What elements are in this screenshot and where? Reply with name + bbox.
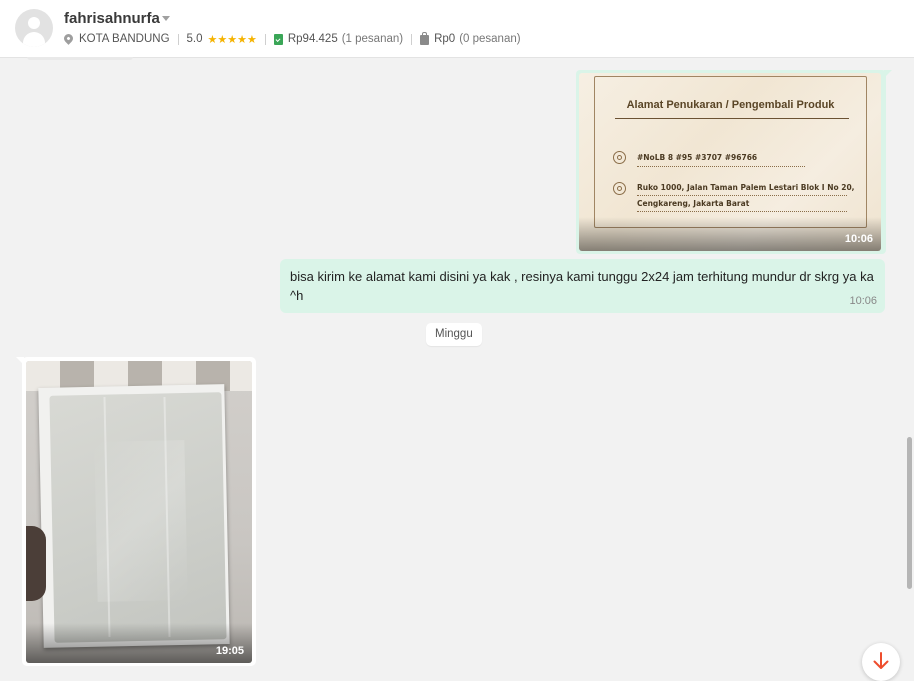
location-icon — [613, 182, 626, 195]
chat-header: fahrisahnurfa KOTA BANDUNG 5.0 ★★★★★ Rp9… — [0, 0, 914, 58]
paid-orders: (1 pesanan) — [341, 33, 404, 45]
divider — [264, 33, 266, 45]
avatar[interactable] — [15, 9, 53, 47]
scrollbar[interactable] — [907, 437, 912, 589]
arrow-down-icon — [873, 652, 889, 669]
card-address-line2: Cengkareng, Jakarta Barat — [637, 199, 750, 208]
chevron-down-icon[interactable] — [162, 16, 170, 21]
product-photo[interactable]: 19:05 — [26, 361, 252, 663]
message-time: 19:05 — [215, 645, 244, 657]
background-stripe — [26, 361, 60, 391]
divider — [177, 33, 179, 45]
avatar-body — [23, 32, 45, 47]
scroll-to-bottom-button[interactable] — [862, 643, 900, 681]
message-time: 10:06 — [849, 295, 877, 307]
bag-icon — [420, 32, 430, 45]
buyer-meta: KOTA BANDUNG 5.0 ★★★★★ Rp94.425 (1 pesan… — [62, 31, 521, 47]
message-time: 10:06 — [844, 233, 873, 245]
unpaid-amount: Rp0 — [434, 33, 456, 45]
bubble-tail — [16, 357, 24, 365]
outgoing-image-message[interactable]: Alamat Penukaran / Pengembali Produk #No… — [576, 70, 892, 254]
image-shade — [579, 217, 881, 251]
dotted-line — [637, 195, 847, 196]
card-address-line1: Ruko 1000, Jalan Taman Palem Lestari Blo… — [637, 183, 855, 192]
paid-amount: Rp94.425 — [287, 33, 338, 45]
dotted-line — [637, 211, 847, 212]
message-text: bisa kirim ke alamat kami disini ya kak … — [290, 269, 874, 303]
plastic-glare — [94, 440, 188, 602]
previous-message-edge — [27, 57, 133, 60]
dotted-line — [637, 166, 805, 167]
bubble-tail — [884, 70, 892, 78]
divider — [411, 33, 413, 45]
username[interactable]: fahrisahnurfa — [64, 10, 160, 27]
avatar-head — [28, 17, 40, 29]
location-text: KOTA BANDUNG — [79, 33, 170, 45]
outgoing-text-message[interactable]: bisa kirim ke alamat kami disini ya kak … — [280, 259, 885, 313]
background-stripe — [230, 361, 252, 391]
card-phone-line: #NoLB 8 #95 #3707 #96766 — [637, 153, 758, 162]
location-pin-icon — [62, 31, 75, 45]
card-rule — [615, 118, 849, 119]
star-icon: ★★★★★ — [207, 33, 257, 46]
phone-icon — [613, 151, 626, 164]
day-separator: Minggu — [426, 323, 482, 346]
image-shade — [26, 623, 252, 663]
card-title: Alamat Penukaran / Pengembali Produk — [626, 99, 835, 111]
incoming-image-message[interactable]: 19:05 — [16, 357, 256, 666]
rating-value: 5.0 — [186, 33, 203, 45]
location-icon-inner — [617, 186, 622, 191]
unpaid-orders: (0 pesanan) — [459, 33, 521, 45]
hand — [26, 526, 46, 601]
phone-icon-inner — [617, 155, 622, 160]
address-card-image[interactable]: Alamat Penukaran / Pengembali Produk #No… — [579, 73, 881, 251]
clipboard-check-icon — [273, 33, 283, 45]
